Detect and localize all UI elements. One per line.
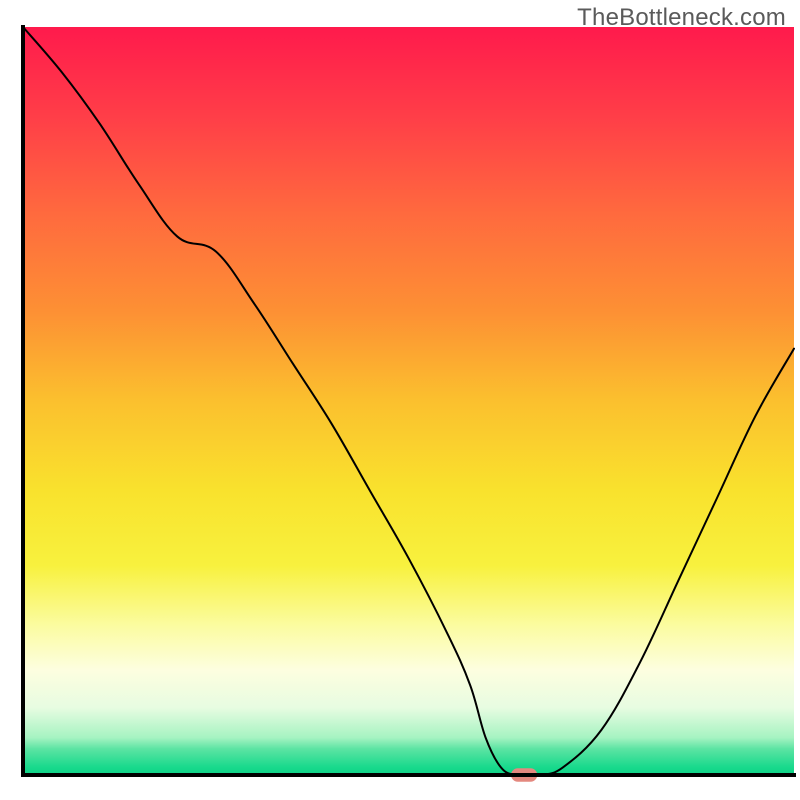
watermark-text: TheBottleneck.com (577, 4, 786, 32)
chart-svg (0, 0, 800, 800)
bottleneck-chart: TheBottleneck.com (0, 0, 800, 800)
plot-background (23, 27, 794, 775)
